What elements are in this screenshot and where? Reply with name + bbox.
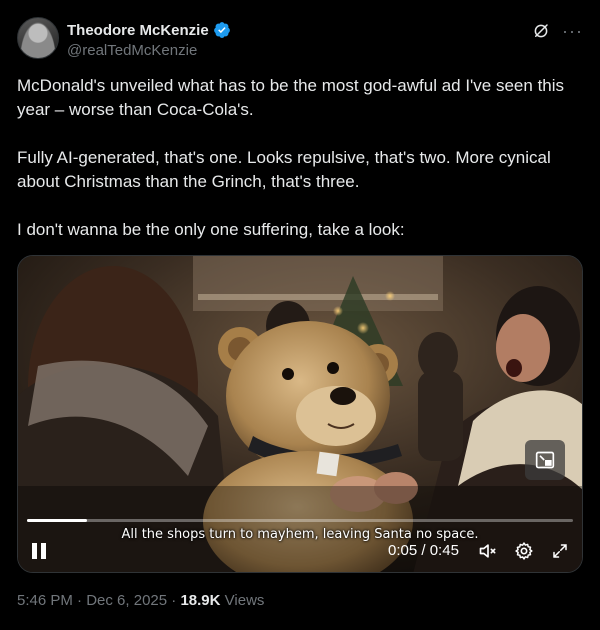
grok-icon[interactable] (532, 21, 550, 41)
gear-icon (515, 542, 533, 560)
tweet-paragraph: McDonald's unveiled what has to be the m… (17, 76, 565, 119)
mute-button[interactable] (478, 541, 498, 561)
fullscreen-button[interactable] (550, 541, 570, 561)
tweet-meta: 5:46 PM · Dec 6, 2025 · 18.9K Views (17, 592, 264, 609)
video-progress-fill (27, 519, 88, 522)
tweet-text: McDonald's unveiled what has to be the m… (17, 74, 587, 242)
pause-icon (32, 543, 37, 559)
duration: 0:45 (429, 542, 459, 559)
video-progress-bar[interactable] (27, 519, 573, 522)
video-caption: All the shops turn to mayhem, leaving Sa… (121, 527, 479, 542)
pip-icon (535, 451, 555, 469)
views-label: Views (224, 592, 265, 609)
meta-separator: · (167, 592, 181, 609)
video-frame (18, 256, 582, 572)
verified-badge-icon (213, 22, 230, 38)
video-player[interactable]: All the shops turn to mayhem, leaving Sa… (17, 255, 583, 573)
tweet-paragraph: Fully AI-generated, that's one. Looks re… (17, 148, 551, 191)
avatar[interactable] (17, 17, 59, 59)
author-name-row: Theodore McKenzie (67, 21, 231, 39)
time-separator: / (417, 542, 430, 559)
pause-icon (41, 543, 46, 559)
current-time: 0:05 (388, 542, 418, 559)
tweet-header: Theodore McKenzie @realTedMcKenzie ··· (17, 17, 583, 63)
volume-muted-icon (479, 544, 496, 558)
expand-icon (553, 544, 567, 558)
tweet-paragraph: I don't wanna be the only one suffering,… (17, 220, 405, 239)
settings-button[interactable] (514, 541, 534, 561)
tweet-time[interactable]: 5:46 PM (17, 592, 73, 609)
author-handle[interactable]: @realTedMcKenzie (67, 42, 197, 59)
tweet-date[interactable]: Dec 6, 2025 (86, 592, 167, 609)
picture-in-picture-button[interactable] (525, 440, 565, 480)
author-display-name[interactable]: Theodore McKenzie (67, 22, 209, 39)
video-timecode: 0:05 / 0:45 (388, 542, 459, 559)
meta-separator: · (72, 592, 87, 609)
header-actions: ··· (532, 21, 583, 41)
pause-button[interactable] (32, 543, 48, 559)
more-options-icon[interactable]: ··· (562, 21, 583, 41)
views-count: 18.9K (180, 592, 221, 609)
